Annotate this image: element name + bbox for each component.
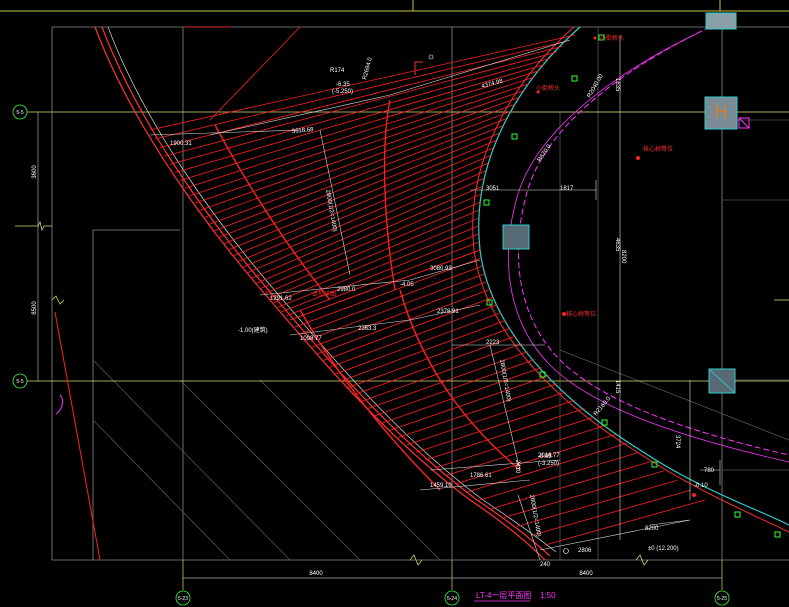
dim-3724: 3724 <box>674 435 680 449</box>
note-right-1: 小街桥头 <box>536 84 560 92</box>
column-block-mid <box>502 224 530 250</box>
dim-3051: 3051 <box>486 186 500 192</box>
dim-2378: 2378.91 <box>437 309 459 315</box>
level-mid: -4.05 <box>400 282 414 288</box>
dim-1098: 1098.77 <box>300 336 322 342</box>
level-bottom-2: (-3.250) <box>538 461 559 467</box>
dim-2806: 2806 <box>578 548 592 554</box>
drawing-scale: 1:50 <box>540 591 556 600</box>
dim-2980: 2980.0 <box>337 287 356 293</box>
axis-label-bottom-right: 5-25 <box>717 596 727 602</box>
dim-780: 780 <box>704 468 715 474</box>
note-right-3: 核心树等位 <box>643 145 673 153</box>
level-elevation: ±0 (12.200) <box>648 546 679 552</box>
level-top-2: (-5.250) <box>332 89 353 95</box>
dim-left-top: 3600 <box>32 165 38 179</box>
dim-bottom-right: 8400 <box>579 571 593 577</box>
dim-1635: 1635 <box>614 78 620 92</box>
note-right-4: 核心树等位 <box>566 310 596 318</box>
axis-label-left-top: 5-5 <box>16 110 23 116</box>
dim-8200-mid: 8200 <box>620 250 626 264</box>
dim-4635: 4635 <box>614 238 620 252</box>
dim-1786: 1786.61 <box>470 473 492 479</box>
column-block-top <box>705 12 737 30</box>
cad-drawing-canvas[interactable]: 5-5 5-5 5-23 5-24 5-25 3600 8500 8400 84… <box>0 0 789 607</box>
dim-3080: 3080.93 <box>430 266 452 272</box>
note-right-2: 小街桥头 <box>600 34 624 42</box>
dim-2363: 2363.3 <box>358 326 377 332</box>
level-left: -1.00(建筑) <box>238 326 268 334</box>
dim-1817: 1817 <box>560 186 574 192</box>
note-mid: 请见详图 <box>312 290 336 298</box>
dim-2410: 2410 <box>514 460 520 474</box>
dim-2223: 2223 <box>486 340 500 346</box>
dim-1415: 1415 <box>614 380 620 394</box>
level-top: -6.35 <box>336 82 350 88</box>
dim-left-mid: 8500 <box>32 301 38 315</box>
dim-bottom-left: 8400 <box>309 571 323 577</box>
dim-1459: 1459.10 <box>430 483 452 489</box>
note-top: R174 <box>330 68 345 74</box>
column-block-right <box>708 368 736 394</box>
drawing-title: LT-4一层平面图 <box>476 591 531 600</box>
axis-label-bottom-mid: 5-24 <box>447 596 457 602</box>
axis-label-left-mid: 5-5 <box>16 379 23 385</box>
dim-1900: 1900.31 <box>170 141 192 147</box>
drawing-background <box>0 0 789 607</box>
dim-1291: 1291.62 <box>270 296 292 302</box>
axis-label-bottom-left: 5-23 <box>178 596 188 602</box>
level-bottom: -0.05 <box>538 454 552 460</box>
level-right: -0.10 <box>694 483 708 489</box>
dim-8200-r: 8200 <box>645 526 659 532</box>
dim-240: 240 <box>540 562 551 568</box>
h-mark-icon: H <box>715 102 728 122</box>
